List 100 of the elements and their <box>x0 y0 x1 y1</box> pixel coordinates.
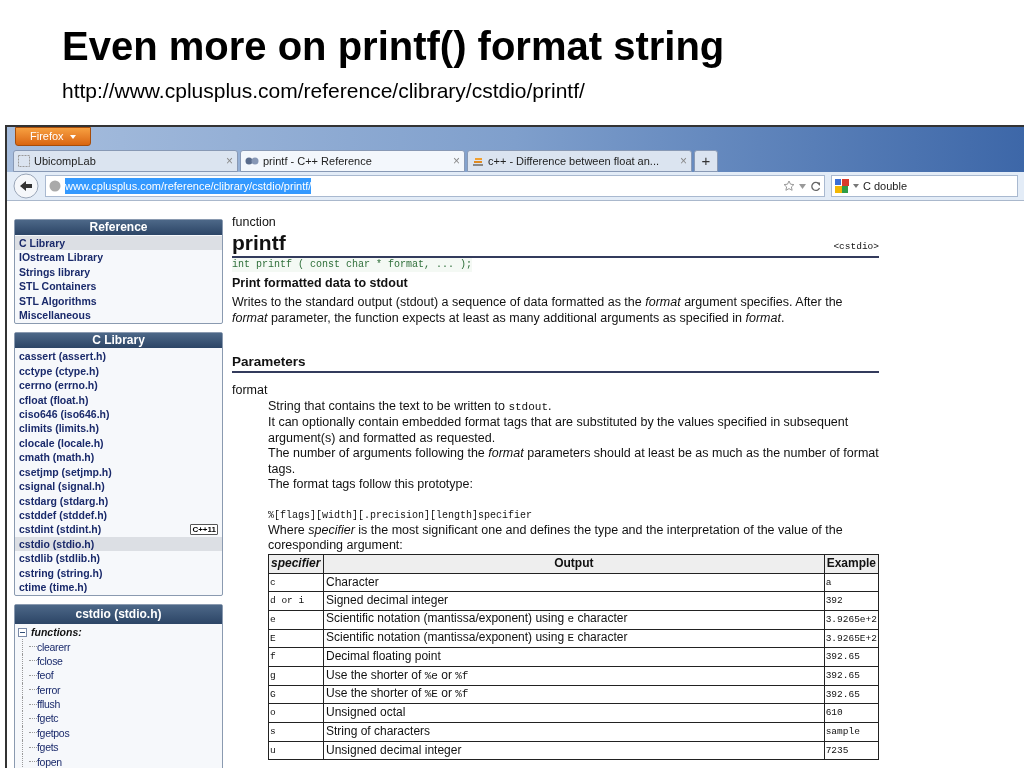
table-cell: e <box>268 610 324 630</box>
table-cell: 3.9265e+2 <box>824 610 879 630</box>
tree-item[interactable]: fgets <box>37 740 59 755</box>
address-text: www.cplusplus.com/reference/clibrary/cstdio/printf/ <box>65 177 312 195</box>
table-cell: Unsigned octal <box>323 703 825 723</box>
sidebar-link[interactable]: csignal (signal.h) <box>15 479 222 494</box>
version-badge: C++11 <box>190 524 218 535</box>
page-icon <box>18 155 30 167</box>
table-cell: Use the shorter of %e or %f <box>323 666 825 686</box>
table-cell: sample <box>824 722 879 742</box>
search-field[interactable]: C double <box>831 175 1018 197</box>
function-title: printf <box>232 230 286 255</box>
table-cell: o <box>268 703 324 723</box>
sidebar-link[interactable]: Strings library <box>15 264 222 280</box>
browser-tab[interactable]: printf - C++ Reference × <box>240 150 465 172</box>
summary: Print formatted data to stdout <box>232 275 408 291</box>
panel-header: cstdio (stdio.h) <box>15 605 222 625</box>
table-cell: f <box>268 647 324 667</box>
table-cell: 392 <box>824 591 879 611</box>
parameter-text: It can optionally contain embedded format tags that are substituted by the values specified in subsequent argument(s) and formatted as requested. <box>268 415 850 446</box>
slide-url: http://www.cplusplus.com/reference/clibrary/cstdio/printf/ <box>62 78 585 104</box>
sidebar-link[interactable]: STL Containers <box>15 279 222 294</box>
tree-item[interactable]: feof <box>37 668 54 683</box>
dropdown-icon[interactable] <box>853 184 859 188</box>
sidebar-link[interactable]: cassert (assert.h) <box>15 349 222 364</box>
sidebar-link[interactable]: climits (limits.h) <box>15 421 222 436</box>
stack-icon <box>472 155 484 167</box>
table-cell: g <box>268 666 324 686</box>
table-cell: 392.65 <box>824 647 879 667</box>
table-cell: 392.65 <box>824 666 879 686</box>
tree-item[interactable]: fgetpos <box>37 725 70 740</box>
table-cell: c <box>268 573 324 592</box>
sidebar-link[interactable]: cstdio (stdio.h) <box>15 536 222 552</box>
sidebar-link[interactable]: cstdlib (stdlib.h) <box>15 551 222 566</box>
sidebar-link[interactable]: ctime (time.h) <box>15 579 222 595</box>
column-header: Output <box>323 554 825 573</box>
tree-group-label: functions: <box>31 625 82 640</box>
table-cell: Scientific notation (mantissa/exponent) using E character <box>323 629 825 648</box>
tree-item[interactable]: fgetc <box>37 711 59 726</box>
sidebar-link[interactable]: cstring (string.h) <box>15 565 222 580</box>
browser-tab[interactable]: UbicompLab × <box>13 150 238 172</box>
sidebar-link[interactable]: csetjmp (setjmp.h) <box>15 464 222 480</box>
sidebar-link[interactable]: cerrno (errno.h) <box>15 378 222 393</box>
parameter-text: String that contains the text to be written to stdout. <box>268 398 553 415</box>
section-heading: Parameters <box>232 353 879 373</box>
sidebar-link[interactable]: cctype (ctype.h) <box>15 363 222 379</box>
search-engine-icon <box>835 179 849 193</box>
column-header: specifier <box>268 554 324 573</box>
dropdown-icon[interactable] <box>799 183 806 189</box>
tree-item[interactable]: fclose <box>37 653 63 668</box>
table-cell: String of characters <box>323 722 825 742</box>
sidebar-link[interactable]: cstdint (stdint.h) C++11 <box>15 522 222 537</box>
sidebar-link[interactable]: ciso646 (iso646.h) <box>15 407 222 422</box>
slide-title: Even more on printf() format string <box>62 23 725 70</box>
star-icon[interactable] <box>783 180 795 192</box>
table-cell: Use the shorter of %E or %f <box>323 685 825 704</box>
sidebar-link[interactable]: cstddef (stddef.h) <box>15 507 222 523</box>
sidebar-link[interactable]: cstdarg (stdarg.h) <box>15 493 222 508</box>
format-prototype: %[flags][width][.precision][length]specifier <box>268 508 533 523</box>
sidebar-link[interactable]: clocale (locale.h) <box>15 435 222 451</box>
table-cell: Signed decimal integer <box>323 591 825 611</box>
sidebar-link[interactable]: Miscellaneous <box>15 308 222 323</box>
tree-item[interactable]: ferror <box>37 682 61 697</box>
caret-icon <box>69 134 76 139</box>
sidebar-link[interactable]: cmath (math.h) <box>15 450 222 465</box>
sidebar-link[interactable]: IOstream Library <box>15 250 222 265</box>
table-cell: u <box>268 741 324 760</box>
description: Writes to the standard output (stdout) a sequence of data formatted as the format argument specifies. After the format parameter, the function expects at least as many additional arguments as specified in format. <box>232 295 844 326</box>
parameter-name: format <box>232 383 268 399</box>
sidebar-link[interactable]: STL Algorithms <box>15 293 222 309</box>
reload-icon[interactable] <box>810 180 821 192</box>
sidebar-link[interactable]: C Library <box>15 236 222 251</box>
table-cell: Scientific notation (mantissa/exponent) using e character <box>323 610 825 630</box>
table-cell: Character <box>323 573 825 592</box>
table-cell: 7235 <box>824 741 879 760</box>
tree-item[interactable]: clearerr <box>37 639 71 654</box>
table-cell: E <box>268 629 324 648</box>
new-tab-button[interactable]: + <box>694 150 718 172</box>
table-cell: G <box>268 685 324 704</box>
table-cell: 392.65 <box>824 685 879 704</box>
table-cell: s <box>268 722 324 742</box>
panel-header: C Library <box>15 333 222 349</box>
tree-item[interactable]: fopen <box>37 754 62 768</box>
parameter-text: The format tags follow this prototype: <box>268 477 474 493</box>
collapse-icon[interactable] <box>18 627 27 637</box>
sidebar-link[interactable]: cfloat (float.h) <box>15 392 222 408</box>
header-name: <cstdio> <box>833 240 879 254</box>
table-cell: d or i <box>268 591 324 611</box>
table-cell: 3.9265E+2 <box>824 629 879 648</box>
table-cell: Decimal floating point <box>323 647 825 667</box>
table-cell: a <box>824 573 879 592</box>
panel-header: Reference <box>15 220 222 235</box>
browser-tab[interactable]: c++ - Difference between float an... × <box>467 150 692 172</box>
tree-item[interactable]: fflush <box>37 697 61 712</box>
kind-label: function <box>232 215 276 231</box>
table-cell: 610 <box>824 703 879 723</box>
specifier-text: Where specifier is the most significant one and defines the type and the interpretation of the value of the coresponding argument: <box>268 522 844 554</box>
column-header: Example <box>824 554 879 573</box>
table-cell: Unsigned decimal integer <box>323 741 825 760</box>
parameter-text: The number of arguments following the format parameters should at least be as much as the number of format tags. <box>268 446 879 477</box>
